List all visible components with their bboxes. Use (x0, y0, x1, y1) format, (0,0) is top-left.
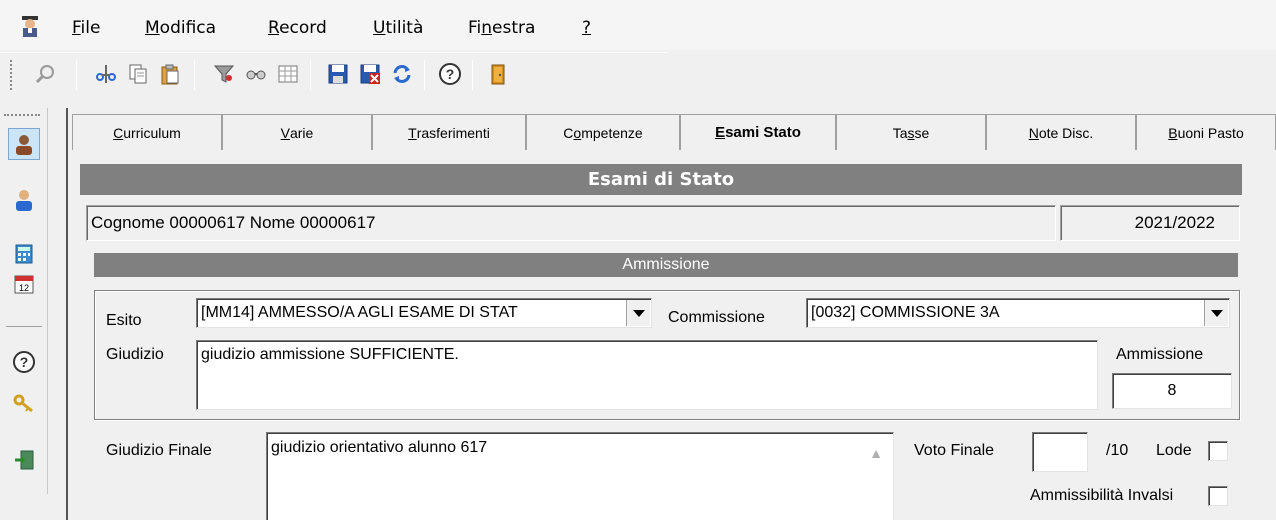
tab-competenze[interactable]: Co mpetenze (526, 114, 680, 150)
menu-finestra[interactable]: Finestra (468, 18, 535, 38)
menu-bar: File Modifica Record Utilità Finestra ? (0, 0, 1276, 50)
toolbar-separator (194, 60, 195, 90)
grid-icon[interactable] (274, 60, 302, 88)
commissione-label: Commissione (668, 309, 765, 326)
scroll-up-icon[interactable]: ▲ (869, 445, 883, 461)
giudizio-finale-value: giudizio orientativo alunno 617 (271, 439, 488, 456)
toolbar-separator (310, 60, 311, 90)
section-title-ammissione: Ammissione (94, 253, 1238, 277)
toolbar-grip[interactable] (10, 60, 14, 90)
school-year: 2021/2022 (1060, 205, 1240, 241)
commissione-select[interactable]: [0032] COMMISSIONE 3A (806, 298, 1230, 328)
menu-utilita[interactable]: Utilità (373, 18, 423, 38)
student-name: Cognome 00000617 Nome 00000617 (86, 205, 1056, 241)
help-icon[interactable]: ? (436, 60, 464, 88)
menu-help[interactable]: ? (582, 18, 591, 38)
calculator-icon[interactable] (8, 238, 40, 270)
svg-text:?: ? (20, 354, 29, 370)
menu-modifica[interactable]: Modifica (145, 18, 216, 38)
voto-finale-field[interactable] (1032, 432, 1088, 472)
giudizio-finale-label: Giudizio Finale (106, 442, 212, 459)
svg-text:12: 12 (19, 283, 29, 293)
search-icon[interactable] (32, 60, 60, 88)
tab-tasse[interactable]: Ta s se (836, 114, 986, 150)
refresh-icon[interactable] (388, 60, 416, 88)
svg-text:?: ? (446, 66, 455, 82)
person-icon[interactable] (8, 184, 40, 216)
giudizio-label: Giudizio (106, 346, 164, 363)
sidebar-grip[interactable] (4, 114, 40, 117)
invalsi-label: Ammissibilità Invalsi (1030, 487, 1174, 504)
giudizio-finale-textarea[interactable]: giudizio orientativo alunno 617 ▲ (266, 432, 894, 520)
tab-buoni-pasto[interactable]: Buoni Pasto (1136, 114, 1276, 150)
ammissione-vote-field[interactable]: 8 (1112, 373, 1232, 409)
delete-icon[interactable] (356, 60, 384, 88)
esito-select[interactable]: [MM14] AMMESSO/A AGLI ESAME DI STAT (196, 298, 652, 328)
tab-esami-stato[interactable]: Esami Stato (680, 114, 836, 150)
chevron-down-icon[interactable] (1204, 300, 1228, 326)
toolbar-separator (424, 60, 425, 90)
page-title: Esami di Stato (80, 164, 1242, 195)
exit-icon[interactable] (8, 444, 40, 476)
ammissione-label: Ammissione (1116, 346, 1204, 363)
save-icon[interactable] (324, 60, 352, 88)
keys-icon[interactable] (8, 388, 40, 420)
toolbar-separator (76, 60, 77, 90)
tab-varie[interactable]: Varie (222, 114, 372, 150)
cut-icon[interactable] (92, 60, 120, 88)
calendar-icon[interactable]: 12 (8, 268, 40, 300)
menu-file[interactable]: File (72, 18, 100, 38)
esito-label: Esito (106, 312, 142, 329)
student-icon[interactable] (8, 128, 40, 160)
lode-label: Lode (1156, 442, 1192, 459)
student-hat-icon[interactable] (18, 14, 42, 38)
left-toolbar (0, 108, 48, 494)
voto-suffix: /10 (1106, 442, 1129, 459)
tab-trasferimenti[interactable]: Trasferimenti (372, 114, 526, 150)
giudizio-textarea[interactable]: giudizio ammissione SUFFICIENTE. (196, 340, 1098, 410)
exit-icon[interactable] (484, 60, 512, 88)
tab-note-disc[interactable]: Note Disc. (986, 114, 1136, 150)
chevron-down-icon[interactable] (626, 300, 650, 326)
tab-curriculum[interactable]: Curriculum (72, 114, 222, 150)
paste-icon[interactable] (156, 60, 184, 88)
invalsi-checkbox[interactable] (1208, 486, 1228, 506)
sidebar-separator (6, 326, 42, 327)
commissione-value: [0032] COMMISSIONE 3A (811, 304, 1000, 321)
toolbar-separator (472, 60, 473, 90)
filter-icon[interactable] (210, 60, 238, 88)
help-icon[interactable]: ? (8, 346, 40, 378)
copy-icon[interactable] (124, 60, 152, 88)
menu-record[interactable]: Record (268, 18, 327, 38)
lode-checkbox[interactable] (1208, 441, 1228, 461)
voto-finale-label: Voto Finale (914, 442, 995, 459)
esito-value: [MM14] AMMESSO/A AGLI ESAME DI STAT (201, 304, 518, 321)
glasses-icon[interactable] (242, 60, 270, 88)
